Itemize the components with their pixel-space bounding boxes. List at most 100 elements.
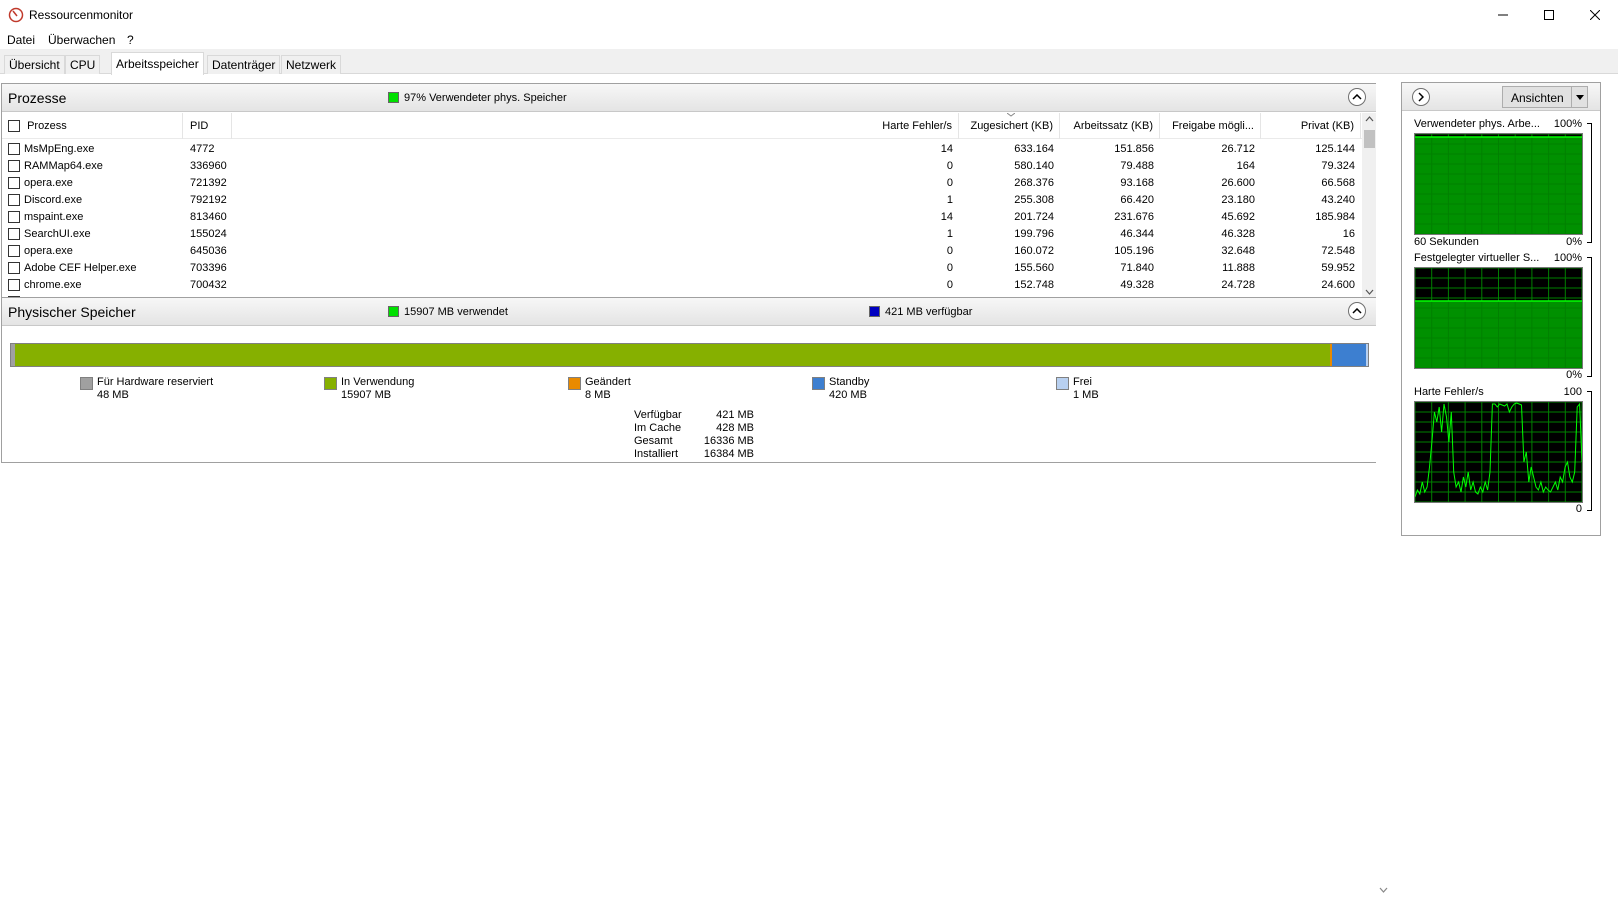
cell-hard: 0 — [946, 262, 953, 274]
graph1-max: 100% — [1553, 118, 1582, 130]
cell-commit: 633.164 — [1014, 143, 1054, 155]
graph3-max: 100 — [1563, 386, 1582, 398]
graph2-bracket — [1587, 257, 1592, 377]
cell-commit: 199.796 — [1014, 228, 1054, 240]
menu-help[interactable]: ? — [127, 33, 134, 47]
main-scrollbar[interactable] — [1376, 75, 1390, 900]
cell-share: 32.648 — [1221, 245, 1255, 257]
tab-uebersicht[interactable]: Übersicht — [4, 55, 65, 74]
cell-share: 45.692 — [1221, 211, 1255, 223]
cell-share: 46.328 — [1221, 228, 1255, 240]
graph2-max: 100% — [1553, 252, 1582, 264]
cell-name: opera.exe — [24, 177, 73, 189]
row-checkbox[interactable] — [8, 245, 20, 257]
menu-datei[interactable]: Datei — [7, 33, 35, 47]
process-table-scrollbar[interactable] — [1362, 113, 1377, 299]
cell-name: SearchUI.exe — [24, 228, 91, 240]
graph-physical-memory — [1414, 133, 1583, 235]
stat-im-cache: Im Cache 428 MB — [634, 422, 754, 434]
graph1-min: 0% — [1566, 236, 1582, 248]
cell-ws: 71.840 — [1120, 262, 1154, 274]
tab-cpu[interactable]: CPU — [65, 55, 101, 74]
table-row[interactable]: MsMpEng.exe 4772 14 633.164 151.856 26.712 125… — [2, 141, 1364, 158]
physical-memory-title: Physischer Speicher — [8, 304, 136, 320]
physical-memory-header[interactable]: Physischer Speicher 15907 MB verwendet 4… — [2, 298, 1377, 326]
scroll-down-icon[interactable] — [1379, 887, 1388, 893]
column-privat[interactable]: Privat (KB) — [1261, 113, 1361, 139]
menu-ueberwachen[interactable]: Überwachen — [48, 33, 115, 47]
process-table-body: MsMpEng.exe 4772 14 633.164 151.856 26.712 125… — [2, 141, 1364, 299]
cell-priv: 43.240 — [1321, 194, 1355, 206]
row-checkbox[interactable] — [8, 160, 20, 172]
cell-name: Discord.exe — [24, 194, 83, 206]
row-checkbox[interactable] — [8, 211, 20, 223]
legend-swatch — [812, 377, 825, 390]
collapse-physical-memory-button[interactable] — [1348, 302, 1366, 320]
table-row[interactable]: mspaint.exe 813460 14 201.724 231.676 45.692 1… — [2, 209, 1364, 226]
scroll-down-icon[interactable] — [1365, 289, 1374, 295]
cell-name: mspaint.exe — [24, 211, 84, 223]
row-checkbox[interactable] — [8, 143, 20, 155]
row-checkbox[interactable] — [8, 177, 20, 189]
cell-priv: 125.144 — [1315, 143, 1355, 155]
table-row[interactable]: opera.exe 721392 0 268.376 93.168 26.600 66.56… — [2, 175, 1364, 192]
stat-installiert: Installiert 16384 MB — [634, 448, 754, 460]
table-row[interactable]: opera.exe 645036 0 160.072 105.196 32.648 72.5… — [2, 243, 1364, 260]
column-pid[interactable]: PID — [183, 113, 232, 139]
chevron-up-icon — [1352, 94, 1362, 100]
cell-hard: 14 — [940, 211, 953, 223]
memory-segment — [14, 344, 1331, 366]
cell-priv: 24.600 — [1321, 279, 1355, 291]
column-freigabe[interactable]: Freigabe mögli... — [1160, 113, 1261, 139]
legend-name: Geändert — [585, 376, 631, 388]
dropdown-arrow-icon — [1575, 94, 1584, 100]
graph2-title: Festgelegter virtueller S... — [1414, 252, 1540, 264]
minimize-button[interactable] — [1480, 0, 1526, 30]
views-dropdown[interactable]: Ansichten — [1502, 86, 1588, 108]
collapse-processes-button[interactable] — [1348, 88, 1366, 106]
table-row[interactable]: Adobe CEF Helper.exe 703396 0 155.560 71.840… — [2, 260, 1364, 277]
views-dropdown-arrow[interactable] — [1571, 87, 1587, 107]
cell-hard: 1 — [946, 194, 953, 206]
row-checkbox[interactable] — [8, 262, 20, 274]
processes-header[interactable]: Prozesse 97% Verwendeter phys. Speicher — [2, 84, 1377, 112]
row-checkbox[interactable] — [8, 279, 20, 291]
window-title: Ressourcenmonitor — [29, 8, 134, 22]
column-arbeitssatz[interactable]: Arbeitssatz (KB) — [1060, 113, 1160, 139]
table-row[interactable]: SearchUI.exe 155024 1 199.796 46.344 46.328 16 — [2, 226, 1364, 243]
tab-netzwerk[interactable]: Netzwerk — [281, 55, 342, 74]
legend-swatch — [568, 377, 581, 390]
cell-commit: 268.376 — [1014, 177, 1054, 189]
graph1-bracket — [1587, 123, 1592, 243]
column-harte-fehler[interactable]: Harte Fehler/s — [232, 113, 959, 139]
maximize-button[interactable] — [1526, 0, 1572, 30]
tab-datentraeger[interactable]: Datenträger — [207, 55, 281, 74]
title-bar: Ressourcenmonitor — [0, 0, 1618, 30]
resource-monitor-icon — [8, 7, 24, 23]
tab-arbeitsspeicher[interactable]: Arbeitsspeicher — [111, 52, 204, 75]
cell-priv: 185.984 — [1315, 211, 1355, 223]
scroll-up-icon[interactable] — [1365, 116, 1374, 122]
table-row[interactable]: chrome.exe 700432 0 152.748 49.328 24.728 24.6… — [2, 277, 1364, 294]
cell-share: 23.180 — [1221, 194, 1255, 206]
expand-graphs-button[interactable] — [1412, 88, 1430, 106]
legend-swatch — [324, 377, 337, 390]
cell-ws: 49.328 — [1120, 279, 1154, 291]
cell-ws: 151.856 — [1114, 143, 1154, 155]
cell-priv: 79.324 — [1321, 160, 1355, 172]
column-prozess[interactable]: Prozess — [2, 113, 183, 139]
close-button[interactable] — [1572, 0, 1618, 30]
cell-name: RAMMap64.exe — [24, 160, 103, 172]
cell-priv: 59.952 — [1321, 262, 1355, 274]
memory-usage-bar — [10, 343, 1369, 367]
row-checkbox[interactable] — [8, 228, 20, 240]
process-table-header: Prozess PID Harte Fehler/s Zugesichert (… — [2, 113, 1364, 139]
cell-commit: 155.560 — [1014, 262, 1054, 274]
select-all-checkbox[interactable] — [8, 120, 20, 133]
table-row[interactable]: RAMMap64.exe 336960 0 580.140 79.488 164 79.32… — [2, 158, 1364, 175]
table-row[interactable]: Discord.exe 792192 1 255.308 66.420 23.180 43.… — [2, 192, 1364, 209]
cell-hard: 0 — [946, 245, 953, 257]
row-checkbox[interactable] — [8, 194, 20, 206]
scroll-thumb[interactable] — [1364, 130, 1375, 148]
cell-name: MsMpEng.exe — [24, 143, 95, 155]
